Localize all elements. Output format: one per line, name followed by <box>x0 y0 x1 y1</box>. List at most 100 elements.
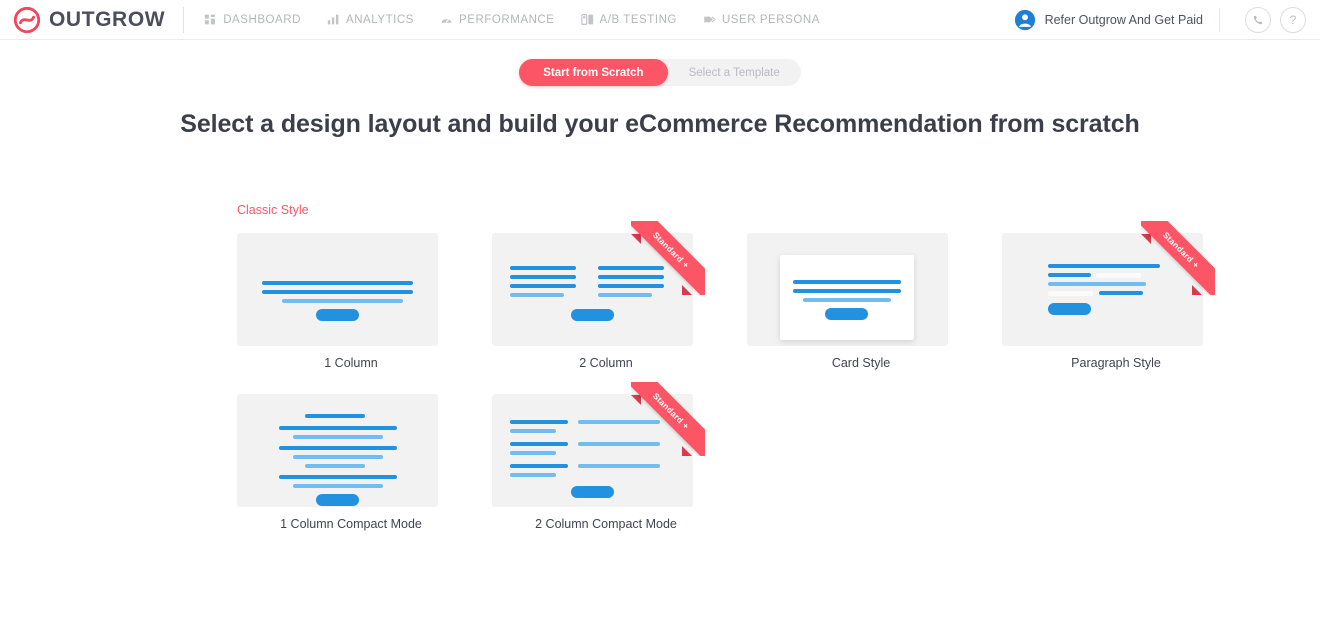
thumb-wrapper: Standard + <box>1002 221 1215 346</box>
preview-line <box>1048 282 1146 286</box>
preview-line <box>598 275 664 279</box>
layout-caption: 2 Column <box>579 356 633 370</box>
preview-line <box>578 420 660 424</box>
thumb-clip <box>492 233 693 346</box>
tag-icon <box>704 16 716 23</box>
layout-thumbnail-one-column-compact[interactable] <box>237 394 438 507</box>
tab-select-a-template[interactable]: Select a Template <box>668 59 801 86</box>
top-navigation-bar: OUTGROW DASHBOARD ANALYTICS PERFORMANCE … <box>0 0 1320 40</box>
preview-line <box>510 464 568 468</box>
layout-thumbnail-card-style[interactable] <box>747 233 948 346</box>
nav-label-ab-testing: A/B TESTING <box>599 13 677 26</box>
speedometer-icon <box>441 17 452 23</box>
preview-line <box>305 414 365 418</box>
preview-line <box>510 275 576 279</box>
layout-row: 1 Column Compact Mode Standard + 2 Colum… <box>237 382 720 531</box>
thumb-clip <box>237 394 438 507</box>
nav-label-performance: PERFORMANCE <box>459 13 555 26</box>
thumb-clip <box>492 394 693 507</box>
nav-right-group: Refer Outgrow And Get Paid ? <box>1014 6 1306 33</box>
preview-line <box>793 280 901 284</box>
preview-line <box>305 464 365 468</box>
layout-grid: 1 Column Standard + 2 Column Card Style … <box>237 221 1287 531</box>
preview-line <box>510 451 556 455</box>
nav-item-analytics[interactable]: ANALYTICS <box>327 13 414 26</box>
preview-line <box>510 429 556 433</box>
preview-line <box>510 293 564 297</box>
preview-line <box>793 289 901 293</box>
nav-item-ab-testing[interactable]: A/B TESTING <box>580 13 677 26</box>
thumb-clip <box>747 233 948 346</box>
refer-outgrow-link[interactable]: Refer Outgrow And Get Paid <box>1014 9 1203 31</box>
preview-button <box>316 309 359 321</box>
preview-button <box>571 486 614 498</box>
preview-line <box>578 442 660 446</box>
layout-card-two-column-compact: Standard + 2 Column Compact Mode <box>492 382 720 531</box>
outgrow-logo-icon <box>13 6 41 33</box>
layout-caption: Card Style <box>831 356 891 370</box>
brand-logo[interactable]: OUTGROW <box>12 5 165 35</box>
preview-line <box>293 435 383 439</box>
bar-chart-icon <box>327 14 339 25</box>
brand-name: OUTGROW <box>49 7 166 31</box>
page-title: Select a design layout and build your eC… <box>180 110 1140 138</box>
thumb-wrapper <box>747 233 948 346</box>
preview-inner-card <box>780 255 914 340</box>
preview-button <box>1048 303 1091 315</box>
layout-card-card-style: Card Style <box>747 233 975 370</box>
preview-line <box>262 290 413 294</box>
preview-line <box>1099 291 1143 295</box>
preview-line <box>279 446 397 450</box>
preview-line <box>1048 264 1160 268</box>
layout-caption: 2 Column Compact Mode <box>535 517 677 531</box>
preview-line <box>510 284 576 288</box>
tab-start-from-scratch[interactable]: Start from Scratch <box>519 59 668 86</box>
layout-card-one-column-compact: 1 Column Compact Mode <box>237 394 465 531</box>
thumb-wrapper <box>237 394 438 507</box>
preview-line <box>598 293 652 297</box>
preview-line <box>510 266 576 270</box>
preview-line <box>282 299 403 303</box>
layout-caption: 1 Column <box>324 356 378 370</box>
nav-item-user-persona[interactable]: USER PERSONA <box>703 13 820 26</box>
phone-icon <box>1253 15 1263 24</box>
layout-card-paragraph-style: Standard + Paragraph Style <box>1002 221 1230 370</box>
user-avatar-icon <box>1014 9 1035 30</box>
nav-item-dashboard[interactable]: DASHBOARD <box>204 13 301 26</box>
preview-line <box>510 442 568 446</box>
nav-label-user-persona: USER PERSONA <box>721 13 820 26</box>
layout-thumbnail-one-column[interactable] <box>237 233 438 346</box>
mode-toggle: Start from Scratch Select a Template <box>519 59 801 86</box>
ab-test-icon <box>580 14 593 25</box>
help-button[interactable]: ? <box>1280 6 1306 33</box>
classic-style-section: Classic Style 1 Column Standard + 2 Colu… <box>237 203 1287 531</box>
mode-toggle-wrapper: Start from Scratch Select a Template <box>0 59 1320 86</box>
refer-label: Refer Outgrow And Get Paid <box>1044 12 1203 27</box>
preview-line <box>279 426 397 430</box>
layout-thumbnail-paragraph-style[interactable]: Standard + <box>1002 221 1215 346</box>
preview-button <box>571 309 614 321</box>
nav-divider <box>183 6 185 33</box>
layout-row: 1 Column Standard + 2 Column Card Style … <box>237 221 1230 370</box>
preview-line-gap <box>1048 291 1093 296</box>
preview-line <box>293 455 383 459</box>
thumb-wrapper: Standard + <box>492 382 705 507</box>
nav-item-performance[interactable]: PERFORMANCE <box>440 13 555 26</box>
preview-line <box>598 266 664 270</box>
preview-line <box>510 420 568 424</box>
preview-line <box>293 484 383 488</box>
thumb-wrapper: Standard + <box>492 221 705 346</box>
phone-button[interactable] <box>1245 6 1271 33</box>
preview-line <box>510 473 556 477</box>
layout-thumbnail-two-column[interactable]: Standard + <box>492 221 705 346</box>
preview-line <box>803 298 891 302</box>
preview-line <box>262 281 413 285</box>
layout-thumbnail-two-column-compact[interactable]: Standard + <box>492 382 705 507</box>
thumb-wrapper <box>237 233 438 346</box>
layout-caption: 1 Column Compact Mode <box>280 517 422 531</box>
right-divider <box>1219 7 1220 32</box>
preview-line <box>279 475 397 479</box>
layout-caption: Paragraph Style <box>1071 356 1161 370</box>
section-label: Classic Style <box>237 203 309 217</box>
thumb-clip <box>237 233 438 346</box>
